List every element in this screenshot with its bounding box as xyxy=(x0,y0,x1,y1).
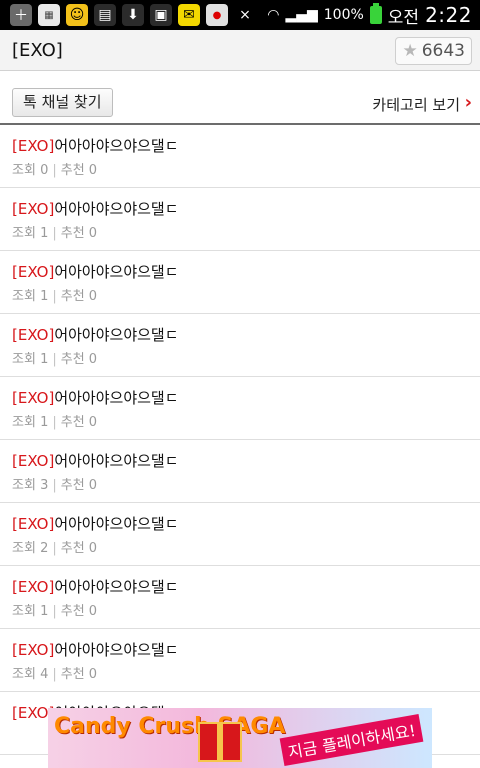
status-right: ◠ ▂▄▆ 100% 오전 2:22 xyxy=(267,0,472,30)
post-list: [EXO]어아아야으야으댈ㄷ 조회 0 | 추천 0 [EXO]어아아야으야으댈ㄷ … xyxy=(0,125,480,755)
post-meta: 조회 3 | 추천 0 xyxy=(12,478,98,493)
post-title: [EXO]어아아야으야으댈ㄷ xyxy=(12,641,179,659)
post-title: [EXO]어아아야으야으댈ㄷ xyxy=(12,263,179,281)
list-item[interactable]: [EXO]어아아야으야으댈ㄷ 조회 0 | 추천 0 xyxy=(0,125,480,188)
list-item[interactable]: [EXO]어아아야으야으댈ㄷ 조회 2 | 추천 0 xyxy=(0,503,480,566)
post-tag: [EXO] xyxy=(12,641,55,659)
post-meta: 조회 4 | 추천 0 xyxy=(12,667,98,682)
ad-cta: 지금 플레이하세요! xyxy=(279,713,424,767)
post-title: [EXO]어아아야으야으댈ㄷ xyxy=(12,200,179,218)
list-item[interactable]: [EXO]어아아야으야으댈ㄷ 조회 1 | 추천 0 xyxy=(0,566,480,629)
calendar-icon: ▤ xyxy=(94,4,116,26)
post-meta: 조회 1 | 추천 0 xyxy=(12,415,98,430)
talk-icon: ✉ xyxy=(178,4,200,26)
list-item[interactable]: [EXO]어아아야으야으댈ㄷ 조회 1 | 추천 0 xyxy=(0,377,480,440)
gift-icon xyxy=(198,722,242,762)
post-tag: [EXO] xyxy=(12,578,55,596)
ad-banner[interactable]: Candy Crush SAGA 지금 플레이하세요! xyxy=(48,708,432,768)
list-item[interactable]: [EXO]어아아야으야으댈ㄷ 조회 3 | 추천 0 xyxy=(0,440,480,503)
post-title: [EXO]어아아야으야으댈ㄷ xyxy=(12,452,179,470)
post-tag: [EXO] xyxy=(12,137,55,155)
post-title: [EXO]어아아야으야으댈ㄷ xyxy=(12,389,179,407)
post-meta: 조회 2 | 추천 0 xyxy=(12,541,98,556)
post-meta: 조회 1 | 추천 0 xyxy=(12,226,98,241)
post-tag: [EXO] xyxy=(12,326,55,344)
kakao-icon: ☺ xyxy=(66,4,88,26)
find-channel-button[interactable]: 톡 채널 찾기 xyxy=(12,88,113,117)
star-icon: ★ xyxy=(402,40,418,61)
ampm: 오전 xyxy=(387,7,420,28)
status-bar: ＋ ▦ ☺ ▤ ⬇ ▣ ✉ ● ⨯ ◠ ▂▄▆ 100% 오전 2:22 xyxy=(0,0,480,30)
post-title: [EXO]어아아야으야으댈ㄷ xyxy=(12,137,179,155)
plus-icon: ＋ xyxy=(10,4,32,26)
post-tag: [EXO] xyxy=(12,263,55,281)
post-tag: [EXO] xyxy=(12,200,55,218)
post-title: [EXO]어아아야으야으댈ㄷ xyxy=(12,578,179,596)
chevron-right-icon[interactable]: › xyxy=(465,92,472,113)
wifi-icon: ◠ xyxy=(267,7,280,23)
post-tag: [EXO] xyxy=(12,452,55,470)
app-icon: ▦ xyxy=(38,4,60,26)
list-item[interactable]: [EXO]어아아야으야으댈ㄷ 조회 1 | 추천 0 xyxy=(0,314,480,377)
post-meta: 조회 1 | 추천 0 xyxy=(12,604,98,619)
post-meta: 조회 0 | 추천 0 xyxy=(12,163,98,178)
post-meta: 조회 1 | 추천 0 xyxy=(12,352,98,367)
app-header: [EXO] ★ 6643 xyxy=(0,30,480,71)
daum-icon: ● xyxy=(206,4,228,26)
battery-percent: 100% xyxy=(323,7,364,23)
download-icon: ⬇ xyxy=(122,4,144,26)
channel-title: [EXO] xyxy=(12,40,63,61)
list-item[interactable]: [EXO]어아아야으야으댈ㄷ 조회 1 | 추천 0 xyxy=(0,188,480,251)
clock: 2:22 xyxy=(425,3,472,27)
post-tag: [EXO] xyxy=(12,515,55,533)
post-meta: 조회 1 | 추천 0 xyxy=(12,289,98,304)
battery-icon xyxy=(369,3,382,24)
post-tag: [EXO] xyxy=(12,389,55,407)
mute-icon: ⨯ xyxy=(234,4,256,26)
gallery-icon: ▣ xyxy=(150,4,172,26)
ad-logo: Candy Crush SAGA xyxy=(54,714,286,739)
toolbar: 톡 채널 찾기 카테고리 보기 › xyxy=(0,71,480,125)
list-item[interactable]: [EXO]어아아야으야으댈ㄷ 조회 4 | 추천 0 xyxy=(0,629,480,692)
post-title: [EXO]어아아야으야으댈ㄷ xyxy=(12,326,179,344)
category-link[interactable]: 카테고리 보기 xyxy=(372,94,460,115)
signal-icon: ▂▄▆ xyxy=(285,7,318,23)
post-title: [EXO]어아아야으야으댈ㄷ xyxy=(12,515,179,533)
favorite-button[interactable]: ★ 6643 xyxy=(395,37,472,65)
list-item[interactable]: [EXO]어아아야으야으댈ㄷ 조회 1 | 추천 0 xyxy=(0,251,480,314)
favorite-count: 6643 xyxy=(421,41,465,61)
notification-icons: ＋ ▦ ☺ ▤ ⬇ ▣ ✉ ● ⨯ xyxy=(10,4,256,26)
